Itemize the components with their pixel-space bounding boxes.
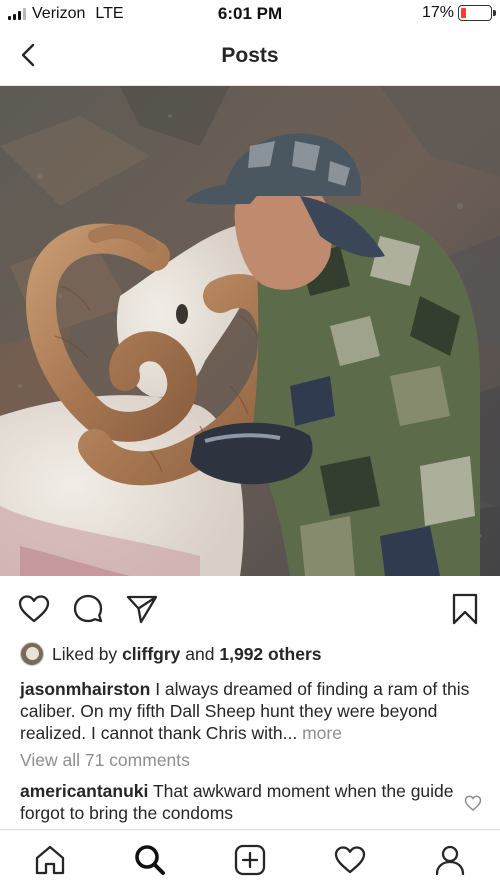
chevron-left-icon	[21, 43, 35, 67]
post-photo[interactable]	[0, 86, 500, 576]
heart-outline-icon	[464, 795, 482, 811]
comment-button[interactable]	[70, 591, 106, 627]
avatar[interactable]	[20, 642, 44, 666]
tab-home[interactable]	[32, 842, 68, 878]
caption-more-link[interactable]: more	[302, 723, 342, 743]
post-photo-image	[0, 86, 500, 576]
comment-item: americantanuki That awkward moment when …	[20, 780, 458, 824]
status-right: 17%	[421, 4, 496, 22]
tab-search[interactable]	[132, 842, 168, 878]
tab-profile[interactable]	[432, 842, 468, 878]
like-button[interactable]	[16, 591, 52, 627]
likes-joiner: and	[185, 643, 215, 664]
back-button[interactable]	[12, 38, 46, 72]
paper-plane-icon	[126, 595, 158, 624]
comment-icon	[73, 594, 103, 623]
status-bar: Verizon LTE 6:01 PM 17%	[0, 0, 500, 28]
liker-username[interactable]: cliffgry	[122, 644, 180, 665]
bottom-tab-bar	[0, 829, 500, 890]
comment-like-button[interactable]	[463, 793, 483, 813]
post-actions	[0, 585, 500, 633]
battery-icon	[458, 5, 496, 21]
comment-username[interactable]: americantanuki	[20, 781, 148, 801]
tab-new-post[interactable]	[232, 842, 268, 878]
tab-activity[interactable]	[332, 842, 368, 878]
bookmark-icon	[452, 593, 478, 625]
save-button[interactable]	[447, 591, 483, 627]
likes-line: Liked by cliffgry and 1,992 others	[20, 640, 322, 668]
heart-outline-icon	[18, 595, 50, 623]
view-all-comments-link[interactable]: View all 71 comments	[20, 750, 190, 771]
new-post-icon	[234, 844, 266, 876]
post-caption: jasonmhairston I always dreamed of findi…	[20, 678, 486, 744]
share-button[interactable]	[124, 591, 160, 627]
search-icon	[135, 845, 165, 875]
likes-count[interactable]: 1,992 others	[219, 644, 321, 665]
activity-heart-icon	[334, 846, 366, 874]
likes-prefix: Liked by	[52, 643, 118, 664]
profile-icon	[435, 845, 465, 876]
battery-percent: 17%	[421, 4, 454, 21]
nav-header: Posts	[0, 28, 500, 86]
page-title: Posts	[221, 44, 279, 67]
battery-level	[461, 8, 466, 18]
caption-username[interactable]: jasonmhairston	[20, 679, 150, 699]
home-icon	[35, 845, 65, 875]
